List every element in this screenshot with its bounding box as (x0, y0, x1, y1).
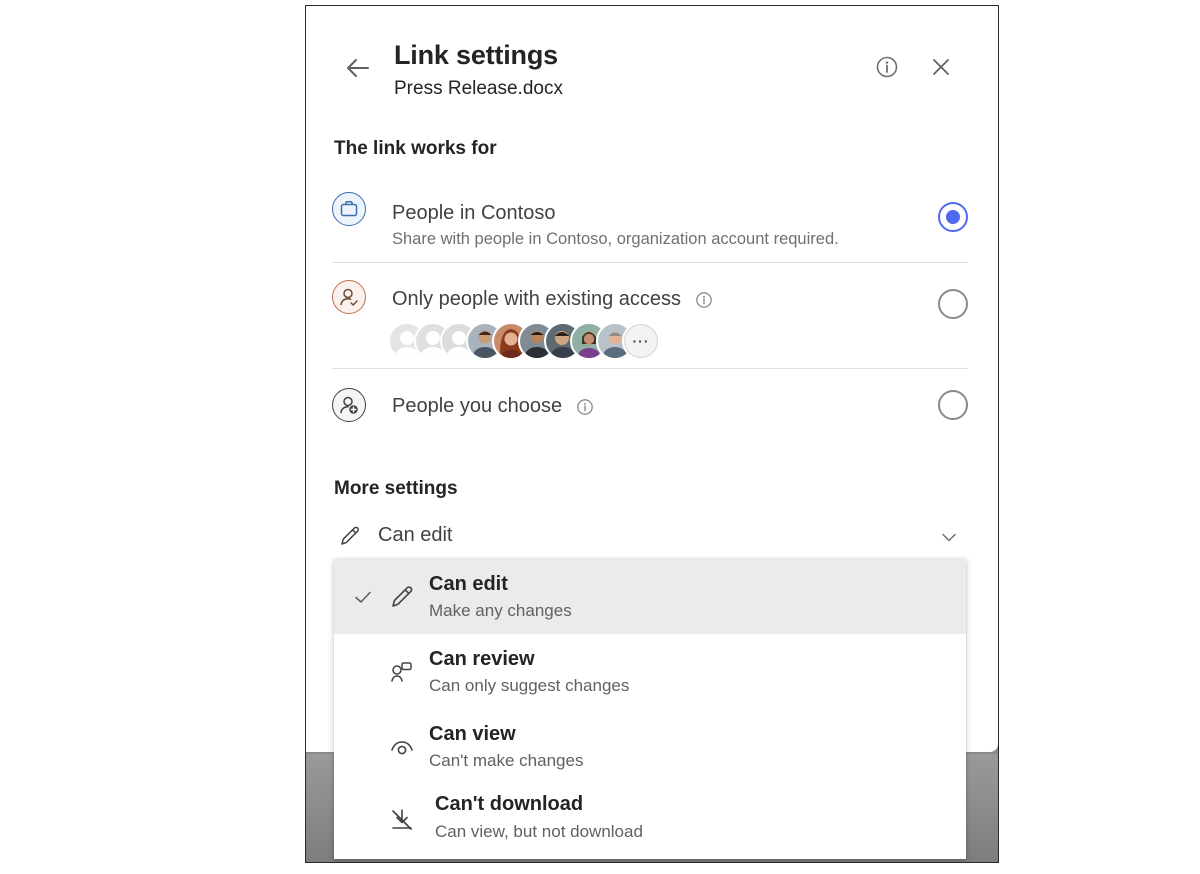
option-people-in-contoso[interactable]: People in Contoso Share with people in C… (332, 190, 968, 250)
radio-people-in-contoso[interactable] (938, 202, 968, 232)
back-button[interactable] (342, 52, 374, 84)
more-label: ··· (632, 333, 650, 349)
menu-item-title: Can review (429, 648, 535, 670)
permission-menu: Can edit Make any changes Can review Can… (334, 559, 966, 859)
menu-item-description: Can only suggest changes (429, 676, 630, 695)
permission-value: Can edit (378, 524, 453, 546)
more-settings-label: More settings (334, 478, 458, 499)
option-title: People you choose (392, 395, 563, 417)
option-title: Only people with existing access (392, 288, 682, 310)
option-description: Share with people in Contoso, organizati… (392, 230, 839, 248)
menu-item-title: Can edit (429, 573, 508, 595)
pencil-icon (341, 526, 359, 545)
close-button[interactable] (928, 54, 954, 80)
permission-dropdown[interactable]: Can edit (332, 518, 968, 554)
menu-item-cant-download[interactable]: Can't download Can view, but not downloa… (334, 784, 966, 859)
option-title-row: People you choose (392, 395, 594, 418)
radio-people-you-choose[interactable] (938, 390, 968, 420)
option-existing-access[interactable]: Only people with existing access ··· (332, 278, 968, 364)
more-people-button[interactable]: ··· (622, 322, 660, 360)
menu-item-title: Can't download (435, 793, 584, 815)
menu-item-description: Can view, but not download (435, 822, 643, 841)
menu-item-description: Make any changes (429, 601, 572, 620)
menu-item-description: Can't make changes (429, 751, 584, 770)
checkmark-icon (355, 591, 371, 603)
info-icon[interactable] (695, 291, 713, 309)
chevron-down-icon[interactable] (940, 528, 958, 546)
page-title: Link settings (394, 40, 558, 70)
option-title: People in Contoso (392, 202, 556, 224)
eye-icon (391, 741, 413, 755)
info-icon (876, 56, 898, 78)
briefcase-icon (332, 192, 366, 226)
review-icon (391, 662, 412, 682)
option-title-row: Only people with existing access (392, 288, 713, 311)
option-people-you-choose[interactable]: People you choose (332, 386, 968, 426)
link-works-for-label: The link works for (334, 138, 497, 159)
person-check-icon (332, 280, 366, 314)
no-download-icon (392, 809, 412, 830)
pencil-icon (392, 586, 413, 607)
radio-existing-access[interactable] (938, 289, 968, 319)
divider (332, 262, 968, 263)
divider (332, 368, 968, 369)
menu-item-can-edit[interactable]: Can edit Make any changes (334, 559, 966, 634)
person-add-icon (332, 388, 366, 422)
menu-item-title: Can view (429, 723, 516, 745)
file-name: Press Release.docx (394, 78, 563, 99)
arrow-left-icon (347, 59, 369, 77)
menu-item-can-view[interactable]: Can view Can't make changes (334, 709, 966, 784)
info-button[interactable] (874, 54, 900, 80)
window-frame: Link settings Press Release.docx The lin… (305, 5, 999, 863)
close-icon (933, 59, 949, 75)
info-icon[interactable] (576, 398, 594, 416)
menu-item-can-review[interactable]: Can review Can only suggest changes (334, 634, 966, 709)
